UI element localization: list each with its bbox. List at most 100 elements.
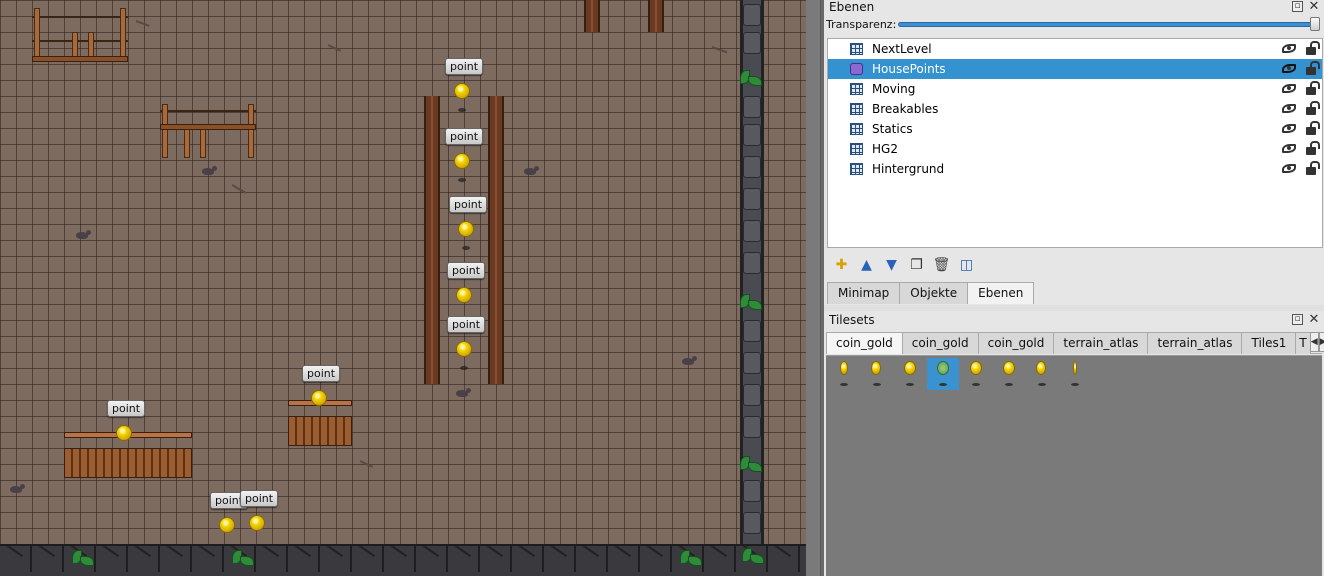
duplicate-icon[interactable]: ❐ bbox=[907, 255, 926, 274]
eye-icon[interactable] bbox=[1282, 44, 1296, 53]
layer-row-breakables[interactable]: Breakables bbox=[828, 99, 1322, 119]
tree-trunk bbox=[424, 96, 440, 384]
point-label[interactable]: point bbox=[445, 58, 484, 75]
layer-row-hintergrund[interactable]: Hintergrund bbox=[828, 159, 1322, 179]
coin-point[interactable] bbox=[311, 390, 327, 406]
crack-decoration bbox=[327, 44, 342, 52]
layers-icon[interactable]: ◫ bbox=[957, 255, 976, 274]
lock-icon[interactable] bbox=[1306, 121, 1320, 135]
tileset-tab[interactable]: coin_gold bbox=[977, 332, 1055, 354]
move-down-icon[interactable]: ▼ bbox=[882, 255, 901, 274]
crack-decoration bbox=[135, 20, 150, 27]
tile[interactable] bbox=[993, 358, 1025, 390]
crack-decoration bbox=[711, 46, 728, 54]
panel-splitter[interactable] bbox=[824, 305, 1324, 311]
coin-point[interactable] bbox=[116, 425, 132, 441]
layer-row-housepoints[interactable]: HousePoints bbox=[828, 59, 1322, 79]
layer-name: HG2 bbox=[872, 142, 898, 156]
tile[interactable] bbox=[828, 358, 860, 390]
layer-name: Statics bbox=[872, 122, 913, 136]
eye-icon[interactable] bbox=[1282, 144, 1296, 153]
tileset-tab[interactable]: T bbox=[1295, 332, 1311, 354]
layer-list[interactable]: NextLevel HousePoints Moving Breakables … bbox=[827, 38, 1323, 248]
tab-scroll-left-icon[interactable]: ◀ bbox=[1309, 332, 1319, 352]
leaf-decoration bbox=[230, 546, 254, 570]
lock-icon[interactable] bbox=[1306, 141, 1320, 155]
coin-point[interactable] bbox=[458, 221, 474, 237]
opacity-row: Transparenz: bbox=[824, 16, 1324, 34]
float-icon[interactable]: ▫ bbox=[1292, 1, 1303, 12]
eye-icon[interactable] bbox=[1282, 84, 1296, 93]
bird-decoration bbox=[198, 166, 218, 178]
coin-point[interactable] bbox=[454, 83, 470, 99]
tileset-tabs: coin_gold coin_gold coin_gold terrain_at… bbox=[826, 332, 1324, 354]
layer-row-nextlevel[interactable]: NextLevel bbox=[828, 39, 1322, 59]
tileset-tab[interactable]: coin_gold bbox=[826, 332, 903, 354]
coin-point[interactable] bbox=[456, 341, 472, 357]
tab-ebenen[interactable]: Ebenen bbox=[967, 282, 1035, 304]
layer-name: Breakables bbox=[872, 102, 939, 116]
bridge-middle bbox=[160, 102, 256, 160]
layer-row-hg2[interactable]: HG2 bbox=[828, 139, 1322, 159]
tile[interactable] bbox=[861, 358, 893, 390]
bird-decoration bbox=[72, 230, 92, 242]
tile[interactable] bbox=[1026, 358, 1058, 390]
lock-icon[interactable] bbox=[1306, 101, 1320, 115]
layer-row-moving[interactable]: Moving bbox=[828, 79, 1322, 99]
coin-point[interactable] bbox=[456, 287, 472, 303]
opacity-slider[interactable] bbox=[898, 22, 1316, 27]
eye-icon[interactable] bbox=[1282, 104, 1296, 113]
coin-point[interactable] bbox=[249, 515, 265, 531]
tile-layer-icon bbox=[850, 163, 863, 175]
object-layer-icon bbox=[850, 63, 863, 75]
tile-selected[interactable] bbox=[927, 358, 959, 390]
tab-scroll-right-icon[interactable]: ▶ bbox=[1318, 332, 1324, 352]
coin-point[interactable] bbox=[219, 517, 235, 533]
lock-icon[interactable] bbox=[1306, 161, 1320, 175]
tileset-tab[interactable]: terrain_atlas bbox=[1147, 332, 1243, 354]
opacity-label: Transparenz: bbox=[826, 18, 897, 31]
coin-point[interactable] bbox=[454, 153, 470, 169]
bird-decoration bbox=[452, 388, 472, 400]
opacity-slider-handle[interactable] bbox=[1310, 17, 1320, 31]
move-up-icon[interactable]: ▲ bbox=[857, 255, 876, 274]
tileset-tab[interactable]: terrain_atlas bbox=[1053, 332, 1149, 354]
tile-layer-icon bbox=[850, 123, 863, 135]
eye-icon[interactable] bbox=[1282, 64, 1296, 73]
tile[interactable] bbox=[1059, 358, 1091, 390]
leaf-decoration bbox=[738, 290, 762, 314]
tileset-tab[interactable]: Tiles1 bbox=[1241, 332, 1297, 354]
point-label[interactable]: point bbox=[302, 365, 341, 382]
point-label[interactable]: point bbox=[240, 490, 279, 507]
point-label[interactable]: point bbox=[447, 316, 486, 333]
tile-layer-icon bbox=[850, 143, 863, 155]
point-label[interactable]: point bbox=[447, 262, 486, 279]
layer-name: NextLevel bbox=[872, 42, 932, 56]
layer-row-statics[interactable]: Statics bbox=[828, 119, 1322, 139]
layer-toolbar: ✚ ▲ ▼ ❐ 🗑 ◫ bbox=[832, 255, 976, 275]
tab-minimap[interactable]: Minimap bbox=[827, 282, 901, 304]
layer-name: Hintergrund bbox=[872, 162, 945, 176]
layer-name: Moving bbox=[872, 82, 916, 96]
lock-icon[interactable] bbox=[1306, 81, 1320, 95]
close-icon[interactable]: ✕ bbox=[1308, 0, 1320, 13]
float-icon[interactable]: ▫ bbox=[1292, 314, 1303, 325]
map-canvas[interactable]: point point point point point point poin… bbox=[0, 0, 806, 576]
lock-icon[interactable] bbox=[1306, 61, 1320, 75]
tile[interactable] bbox=[960, 358, 992, 390]
point-label[interactable]: point bbox=[449, 196, 488, 213]
eye-icon[interactable] bbox=[1282, 164, 1296, 173]
lock-icon[interactable] bbox=[1306, 41, 1320, 55]
new-layer-icon[interactable]: ✚ bbox=[832, 255, 851, 274]
tab-objekte[interactable]: Objekte bbox=[899, 282, 969, 304]
panel-tabs: Minimap Objekte Ebenen bbox=[827, 282, 1035, 304]
tileset-view[interactable] bbox=[826, 355, 1322, 576]
point-label[interactable]: point bbox=[445, 128, 484, 145]
close-icon[interactable]: ✕ bbox=[1308, 313, 1320, 326]
eye-icon[interactable] bbox=[1282, 124, 1296, 133]
point-label[interactable]: point bbox=[107, 400, 146, 417]
tileset-tab[interactable]: coin_gold bbox=[901, 332, 979, 354]
tile[interactable] bbox=[894, 358, 926, 390]
delete-icon[interactable]: 🗑 bbox=[932, 255, 951, 274]
layers-title: Ebenen bbox=[829, 0, 875, 14]
